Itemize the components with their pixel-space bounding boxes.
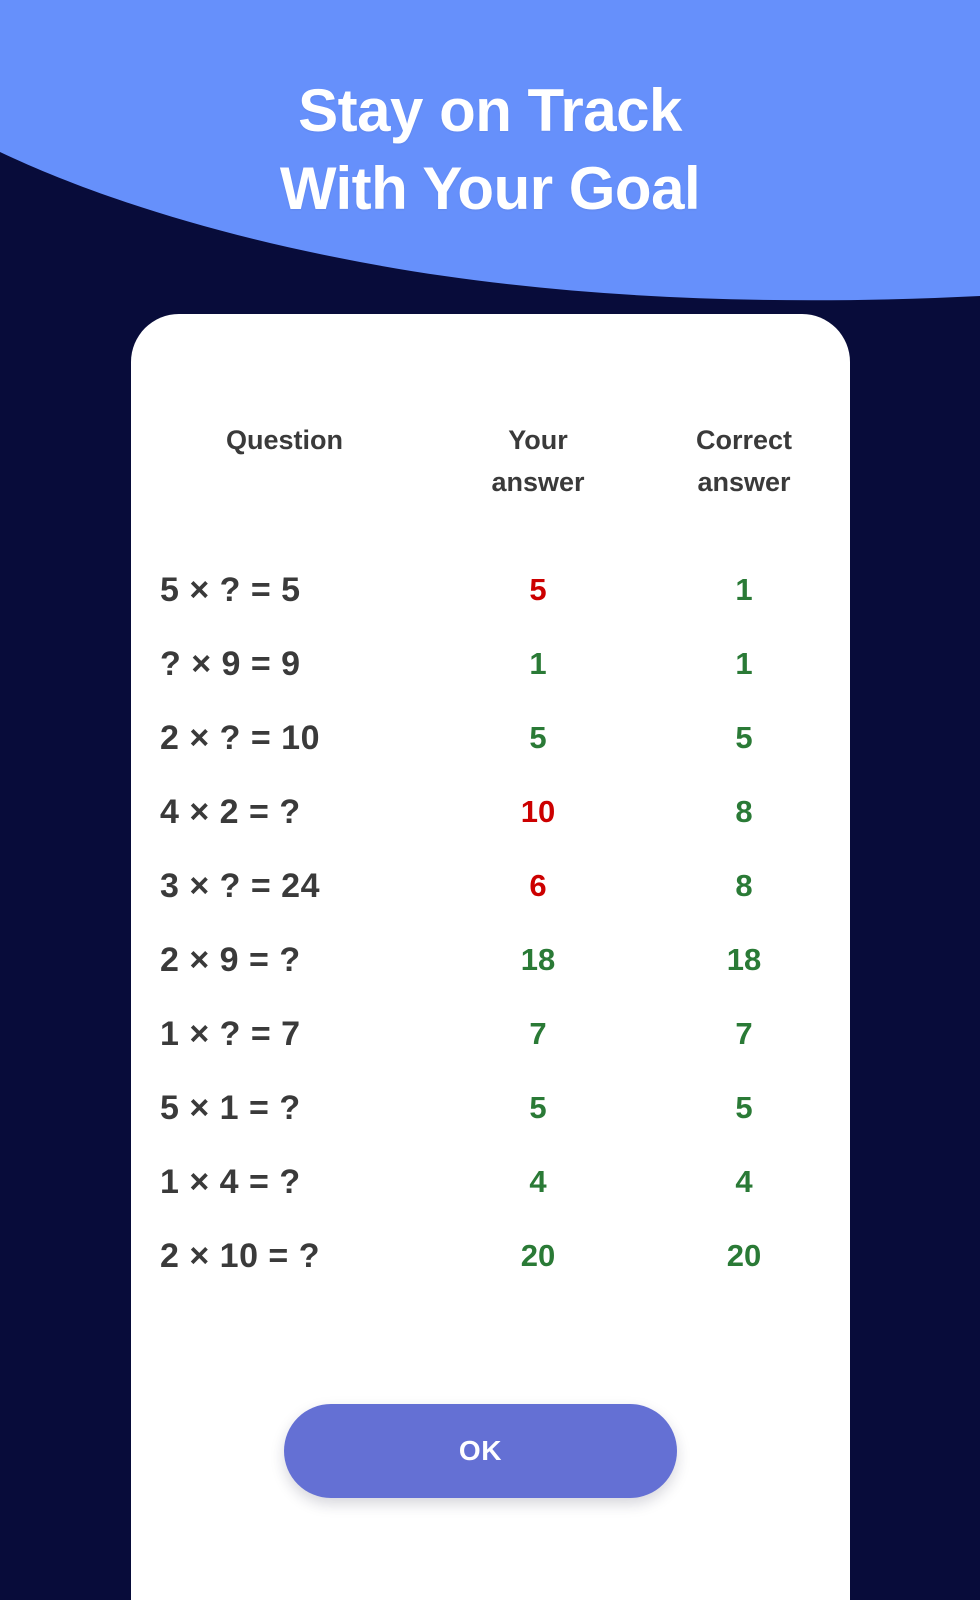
correct-answer-cell: 1 xyxy=(638,570,850,610)
table-row: 2 × 10 = ? 20 20 xyxy=(131,1219,850,1293)
table-row: 4 × 2 = ? 10 8 xyxy=(131,775,850,849)
your-answer-correct: 5 xyxy=(529,1090,547,1125)
correct-answer-value: 1 xyxy=(735,646,753,681)
column-header-question: Question xyxy=(225,425,343,455)
your-answer-cell: 20 xyxy=(438,1236,638,1276)
question-cell: 2 × ? = 10 xyxy=(131,718,438,758)
app-screen: Stay on Track With Your Goal Question Yo… xyxy=(0,0,980,1600)
table-row: 1 × ? = 7 7 7 xyxy=(131,997,850,1071)
your-answer-correct: 7 xyxy=(529,1016,547,1051)
your-answer-cell: 7 xyxy=(438,1014,638,1054)
your-answer-cell: 4 xyxy=(438,1162,638,1202)
question-cell: 3 × ? = 24 xyxy=(131,866,438,906)
correct-answer-value: 5 xyxy=(735,720,753,755)
question-cell: ? × 9 = 9 xyxy=(131,644,438,684)
column-header-your-answer: Your answer xyxy=(491,425,585,497)
correct-answer-cell: 5 xyxy=(638,1088,850,1128)
your-answer-cell: 18 xyxy=(438,940,638,980)
question-text: 1 × ? = 7 xyxy=(160,1015,301,1053)
your-answer-correct: 20 xyxy=(520,1238,556,1273)
page-title-line-2: With Your Goal xyxy=(279,155,701,222)
your-answer-cell: 10 xyxy=(438,792,638,832)
question-text: ? × 9 = 9 xyxy=(160,645,301,683)
table-row: 2 × ? = 10 5 5 xyxy=(131,701,850,775)
question-text: 2 × 10 = ? xyxy=(160,1237,320,1275)
table-header-row: Question Your answer Correct answer xyxy=(131,419,850,503)
column-header-correct-answer: Correct answer xyxy=(695,425,793,497)
your-answer-correct: 18 xyxy=(520,942,556,977)
question-text: 5 × ? = 5 xyxy=(160,571,301,609)
table-body: 5 × ? = 5 5 1 ? × 9 = 9 1 1 2 × ? = 10 5 5 4 × 2 … xyxy=(131,553,850,1293)
table-row: 3 × ? = 24 6 8 xyxy=(131,849,850,923)
your-answer-cell: 5 xyxy=(438,570,638,610)
question-text: 2 × 9 = ? xyxy=(160,941,301,979)
correct-answer-cell: 4 xyxy=(638,1162,850,1202)
correct-answer-cell: 8 xyxy=(638,866,850,906)
your-answer-correct: 1 xyxy=(529,646,547,681)
your-answer-incorrect: 6 xyxy=(529,868,547,903)
your-answer-incorrect: 5 xyxy=(529,572,547,607)
question-text: 1 × 4 = ? xyxy=(160,1163,301,1201)
correct-answer-value: 20 xyxy=(726,1238,762,1273)
table-row: 1 × 4 = ? 4 4 xyxy=(131,1145,850,1219)
question-cell: 1 × 4 = ? xyxy=(131,1162,438,1202)
correct-answer-value: 4 xyxy=(735,1164,753,1199)
question-cell: 2 × 9 = ? xyxy=(131,940,438,980)
ok-button[interactable]: OK xyxy=(284,1404,677,1498)
correct-answer-value: 1 xyxy=(735,572,753,607)
question-cell: 2 × 10 = ? xyxy=(131,1236,438,1276)
correct-answer-cell: 8 xyxy=(638,792,850,832)
question-text: 2 × ? = 10 xyxy=(160,719,320,757)
table-row: ? × 9 = 9 1 1 xyxy=(131,627,850,701)
your-answer-cell: 6 xyxy=(438,866,638,906)
your-answer-cell: 5 xyxy=(438,1088,638,1128)
correct-answer-value: 18 xyxy=(726,942,762,977)
table-row: 5 × ? = 5 5 1 xyxy=(131,553,850,627)
question-text: 3 × ? = 24 xyxy=(160,867,320,905)
your-answer-cell: 5 xyxy=(438,718,638,758)
question-cell: 4 × 2 = ? xyxy=(131,792,438,832)
your-answer-correct: 5 xyxy=(529,720,547,755)
results-table: Question Your answer Correct answer 5 × … xyxy=(131,314,850,1293)
correct-answer-value: 5 xyxy=(735,1090,753,1125)
table-row: 2 × 9 = ? 18 18 xyxy=(131,923,850,997)
page-title: Stay on Track With Your Goal xyxy=(0,72,980,228)
results-dialog: Question Your answer Correct answer 5 × … xyxy=(131,314,850,1600)
correct-answer-value: 8 xyxy=(735,794,753,829)
correct-answer-cell: 18 xyxy=(638,940,850,980)
your-answer-cell: 1 xyxy=(438,644,638,684)
page-title-line-1: Stay on Track xyxy=(298,77,682,144)
question-cell: 5 × 1 = ? xyxy=(131,1088,438,1128)
question-text: 5 × 1 = ? xyxy=(160,1089,301,1127)
question-text: 4 × 2 = ? xyxy=(160,793,301,831)
correct-answer-cell: 7 xyxy=(638,1014,850,1054)
question-cell: 1 × ? = 7 xyxy=(131,1014,438,1054)
correct-answer-value: 8 xyxy=(735,868,753,903)
correct-answer-cell: 5 xyxy=(638,718,850,758)
correct-answer-value: 7 xyxy=(735,1016,753,1051)
table-row: 5 × 1 = ? 5 5 xyxy=(131,1071,850,1145)
correct-answer-cell: 20 xyxy=(638,1236,850,1276)
your-answer-correct: 4 xyxy=(529,1164,547,1199)
question-cell: 5 × ? = 5 xyxy=(131,570,438,610)
correct-answer-cell: 1 xyxy=(638,644,850,684)
your-answer-incorrect: 10 xyxy=(520,794,556,829)
